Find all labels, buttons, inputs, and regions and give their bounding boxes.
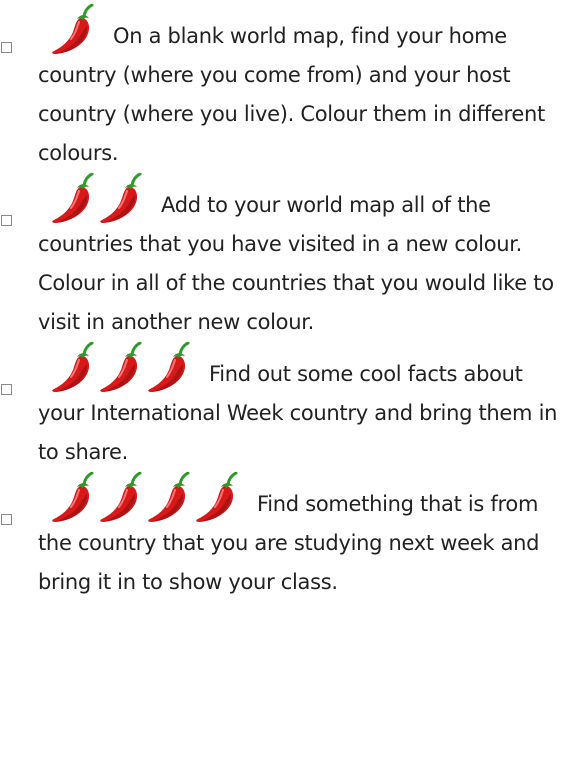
task-item: Find out some cool facts about your Inte… [0,342,569,472]
chili-rating [49,173,145,225]
task-list: On a blank world map, find your home cou… [0,0,569,602]
task-item: Add to your world map all of the countri… [0,173,569,342]
chili-rating [49,342,193,394]
chili-rating [49,4,97,56]
task-text: On a blank world map, find your home cou… [38,24,545,165]
chili-pepper-icon [100,472,142,522]
chili-pepper-icon [196,472,238,522]
chili-pepper-icon [52,472,94,522]
chili-pepper-icon [148,342,190,392]
chili-pepper-icon [100,342,142,392]
task-checkbox[interactable] [1,215,12,226]
task-checkbox[interactable] [1,384,12,395]
chili-pepper-icon [52,4,94,55]
chili-pepper-icon [100,173,142,223]
chili-pepper-icon [52,173,94,223]
task-checkbox[interactable] [1,42,12,53]
task-item: On a blank world map, find your home cou… [0,0,569,173]
chili-pepper-icon [52,342,94,392]
task-checkbox[interactable] [1,514,12,525]
chili-pepper-icon [148,472,190,522]
task-item: Find something that is from the country … [0,472,569,602]
chili-rating [49,472,241,524]
